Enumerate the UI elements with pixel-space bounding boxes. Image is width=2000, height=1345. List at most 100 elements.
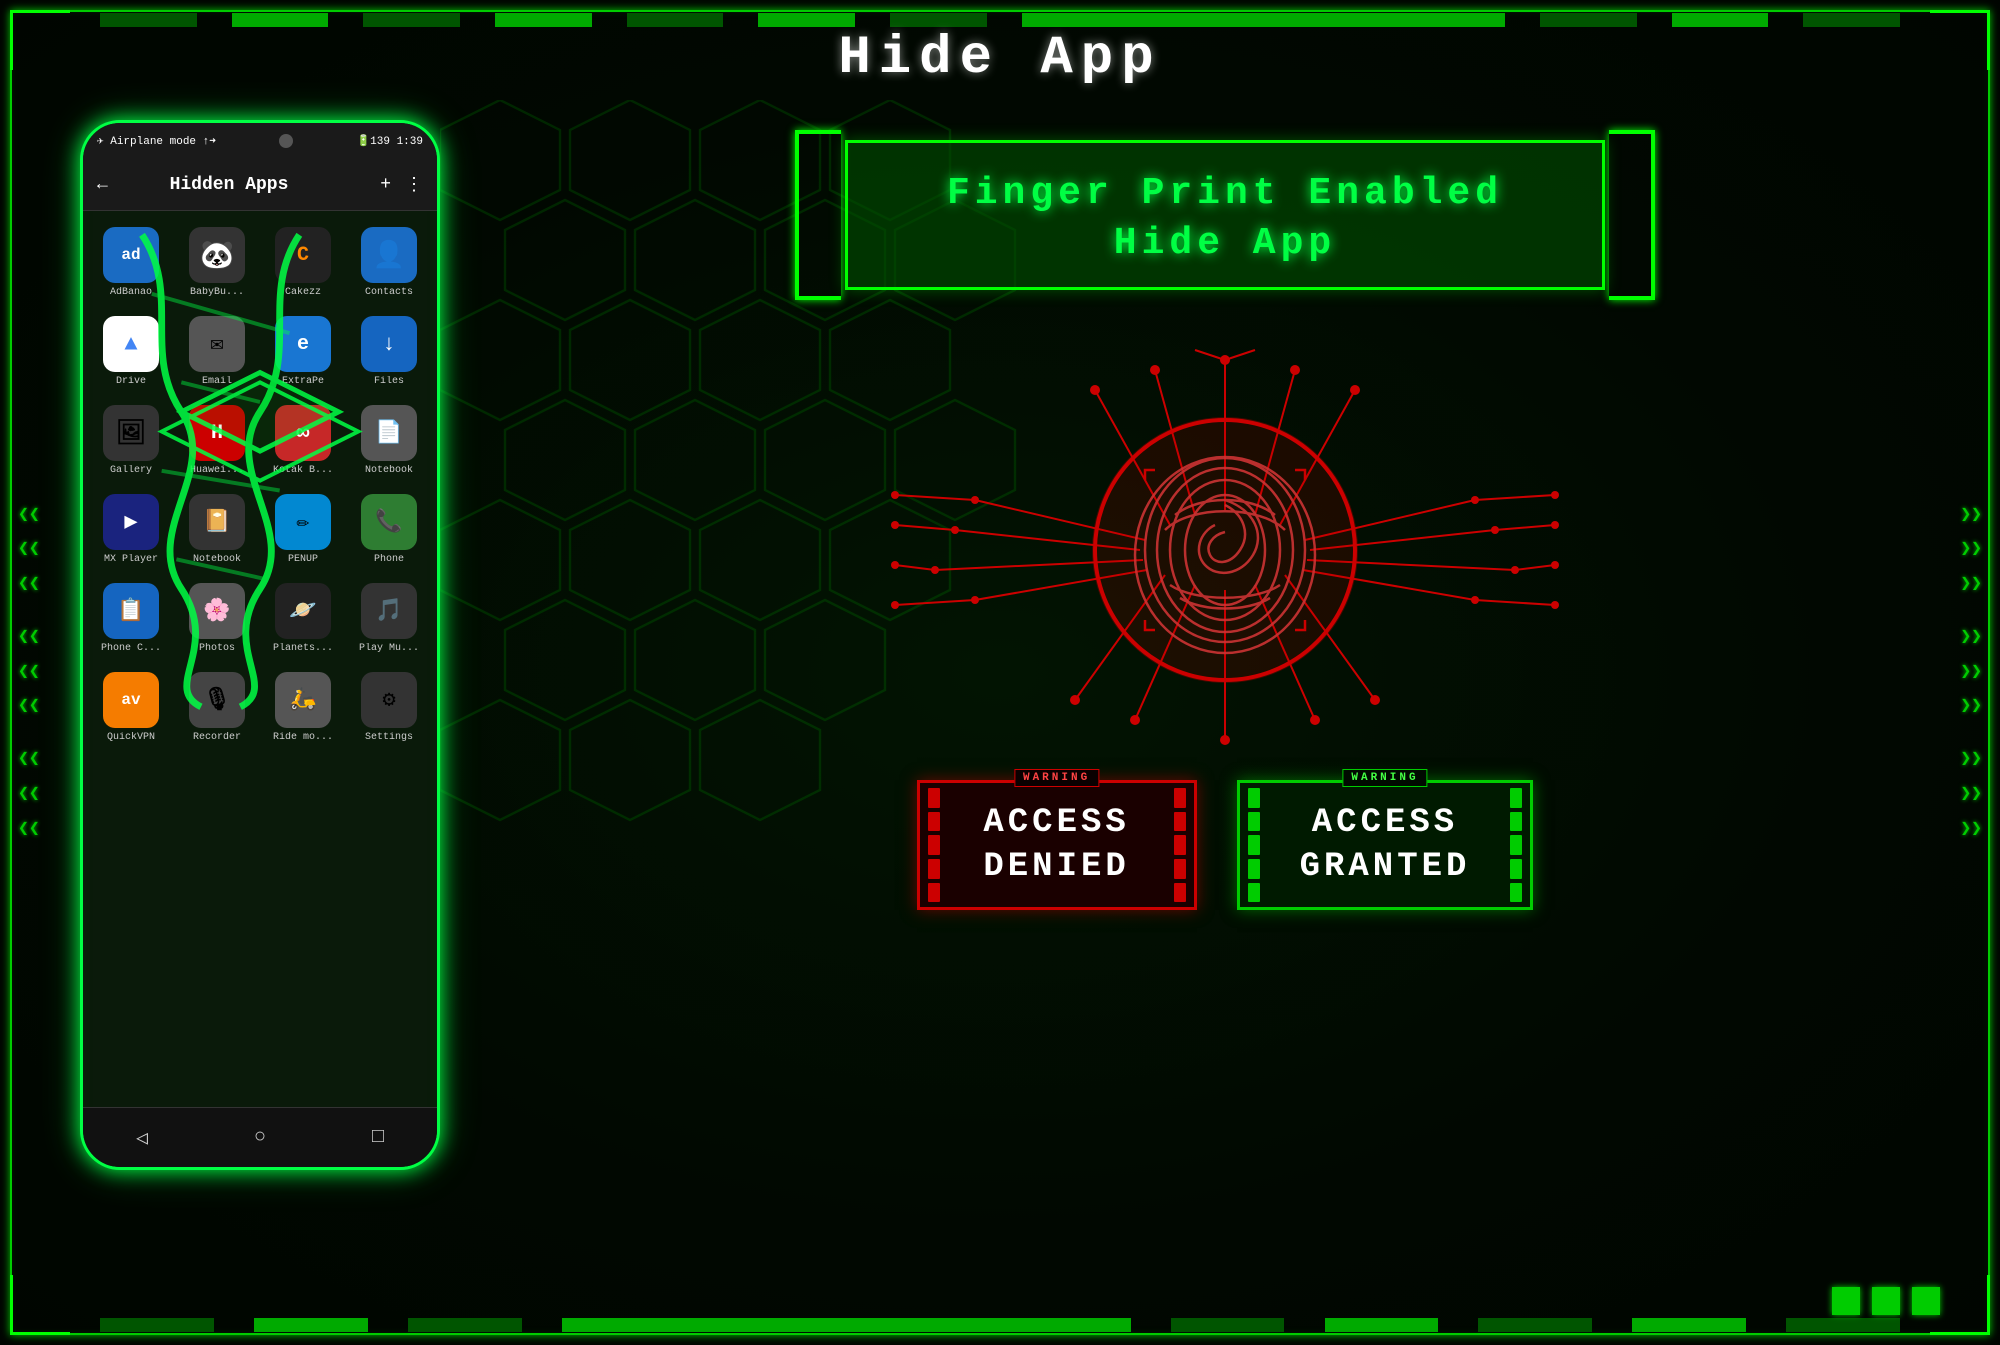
fp-title-line1: Finger Print Enabled: [888, 165, 1562, 222]
bottom-bar-dashes: [100, 1318, 1900, 1332]
app-item[interactable]: 📄 Notebook: [349, 399, 429, 482]
app-icon-adbanao: ad: [103, 227, 159, 283]
app-label: Ride mo...: [273, 732, 333, 743]
app-icon-photos: 🌸: [189, 583, 245, 639]
app-item[interactable]: 🎵 Play Mu...: [349, 577, 429, 660]
app-icon-extrape: e: [275, 316, 331, 372]
app-item[interactable]: 🪐 Planets...: [263, 577, 343, 660]
nav-recent[interactable]: □: [372, 1126, 384, 1149]
app-icon-gallery: 🖼: [103, 405, 159, 461]
fp-title-box: Finger Print Enabled Hide App: [845, 140, 1605, 290]
phone-mockup: ✈ Airplane mode ↑➜ 🔋139 1:39 ← Hidden Ap…: [80, 120, 440, 1170]
app-item[interactable]: av QuickVPN: [91, 666, 171, 749]
app-item[interactable]: ↓ Files: [349, 310, 429, 393]
fp-scanner-svg: [875, 340, 1575, 760]
app-icon-email: ✉: [189, 316, 245, 372]
add-button[interactable]: +: [380, 175, 391, 195]
app-label: Phone C...: [101, 643, 161, 654]
app-label: QuickVPN: [107, 732, 155, 743]
app-label: BabyBu...: [190, 287, 244, 298]
app-label: Notebook: [365, 465, 413, 476]
status-camera: [279, 134, 293, 148]
app-item[interactable]: 🎙 Recorder: [177, 666, 257, 749]
fp-title-line2: Hide App: [888, 222, 1562, 265]
app-label: Recorder: [193, 732, 241, 743]
app-item[interactable]: 📔 Notebook: [177, 488, 257, 571]
app-label: Notebook: [193, 554, 241, 565]
denied-line1: ACCESS: [980, 801, 1134, 845]
app-item[interactable]: H Huawei...: [177, 399, 257, 482]
app-icon-drive: ▲: [103, 316, 159, 372]
right-arrows-decoration: ❯❯ ❯❯ ❯❯ ❯❯ ❯❯ ❯❯ ❯❯ ❯❯ ❯❯: [1960, 501, 1982, 844]
app-icon-planets: 🪐: [275, 583, 331, 639]
phone-app-header: ← Hidden Apps + ⋮: [83, 159, 437, 211]
hidden-apps-title: Hidden Apps: [108, 175, 350, 195]
app-icon-ridemo: 🛵: [275, 672, 331, 728]
app-item[interactable]: 🖼 Gallery: [91, 399, 171, 482]
app-item[interactable]: ✏ PENUP: [263, 488, 343, 571]
granted-line2: GRANTED: [1300, 845, 1471, 889]
app-item[interactable]: ∞ Kotak B...: [263, 399, 343, 482]
app-item[interactable]: e ExtraPe: [263, 310, 343, 393]
app-item[interactable]: ⚙ Settings: [349, 666, 429, 749]
app-icon-penup: ✏: [275, 494, 331, 550]
app-label: AdBanao: [110, 287, 152, 298]
app-label: Contacts: [365, 287, 413, 298]
nav-back[interactable]: ◁: [136, 1125, 148, 1151]
more-button[interactable]: ⋮: [405, 174, 423, 196]
app-icon-phone: 📞: [361, 494, 417, 550]
app-label: Email: [202, 376, 232, 387]
app-icon-files: ↓: [361, 316, 417, 372]
app-label: Cakezz: [285, 287, 321, 298]
app-item[interactable]: ▶ MX Player: [91, 488, 171, 571]
app-label: Settings: [365, 732, 413, 743]
app-item[interactable]: C Cakezz: [263, 221, 343, 304]
app-label: ExtraPe: [282, 376, 324, 387]
left-arrows-decoration: ❮❮ ❮❮ ❮❮ ❮❮ ❮❮ ❮❮ ❮❮ ❮❮ ❮❮: [18, 501, 40, 844]
back-button[interactable]: ←: [97, 175, 108, 195]
app-label: Kotak B...: [273, 465, 333, 476]
app-item[interactable]: ad AdBanao: [91, 221, 171, 304]
dot-1: [1832, 1287, 1860, 1315]
app-icon-notebook1: 📄: [361, 405, 417, 461]
bottom-dots: [1832, 1287, 1940, 1315]
app-label: Phone: [374, 554, 404, 565]
corner-bl: [10, 1275, 70, 1335]
app-item[interactable]: 🌸 Photos: [177, 577, 257, 660]
app-item[interactable]: 🛵 Ride mo...: [263, 666, 343, 749]
app-icon-recorder: 🎙: [189, 672, 245, 728]
app-label: Photos: [199, 643, 235, 654]
access-granted-button[interactable]: WARNING ACCESS GRANTED: [1237, 780, 1534, 910]
app-item[interactable]: ✉ Email: [177, 310, 257, 393]
warning-granted-label: WARNING: [1342, 769, 1427, 787]
app-icon-mxplayer: ▶: [103, 494, 159, 550]
app-icon-contacts: 👤: [361, 227, 417, 283]
app-item[interactable]: 📞 Phone: [349, 488, 429, 571]
status-airplane: ✈ Airplane mode ↑➜: [97, 134, 216, 148]
app-label: Huawei...: [190, 465, 244, 476]
nav-home[interactable]: ○: [254, 1126, 266, 1149]
bracket-left: [795, 130, 841, 300]
dot-2: [1872, 1287, 1900, 1315]
dot-3: [1912, 1287, 1940, 1315]
app-item[interactable]: 📋 Phone C...: [91, 577, 171, 660]
app-icon-cakezz: C: [275, 227, 331, 283]
app-item[interactable]: 👤 Contacts: [349, 221, 429, 304]
access-denied-button[interactable]: WARNING ACCESS DENIED: [917, 780, 1197, 910]
corner-tl: [10, 10, 70, 70]
app-item[interactable]: 🐼 BabyBu...: [177, 221, 257, 304]
denied-line2: DENIED: [980, 845, 1134, 889]
app-icon-notebook2: 📔: [189, 494, 245, 550]
app-label: PENUP: [288, 554, 318, 565]
app-label: MX Player: [104, 554, 158, 565]
app-icon-phonec: 📋: [103, 583, 159, 639]
app-label: Drive: [116, 376, 146, 387]
phone-nav-bar: ◁ ○ □: [83, 1107, 437, 1167]
app-label: Play Mu...: [359, 643, 419, 654]
top-bar-dashes: [100, 13, 1900, 27]
app-item[interactable]: ▲ Drive: [91, 310, 171, 393]
app-label: Planets...: [273, 643, 333, 654]
app-icon-babybu: 🐼: [189, 227, 245, 283]
fp-scanner-container: [875, 340, 1575, 760]
bracket-right: [1609, 130, 1655, 300]
